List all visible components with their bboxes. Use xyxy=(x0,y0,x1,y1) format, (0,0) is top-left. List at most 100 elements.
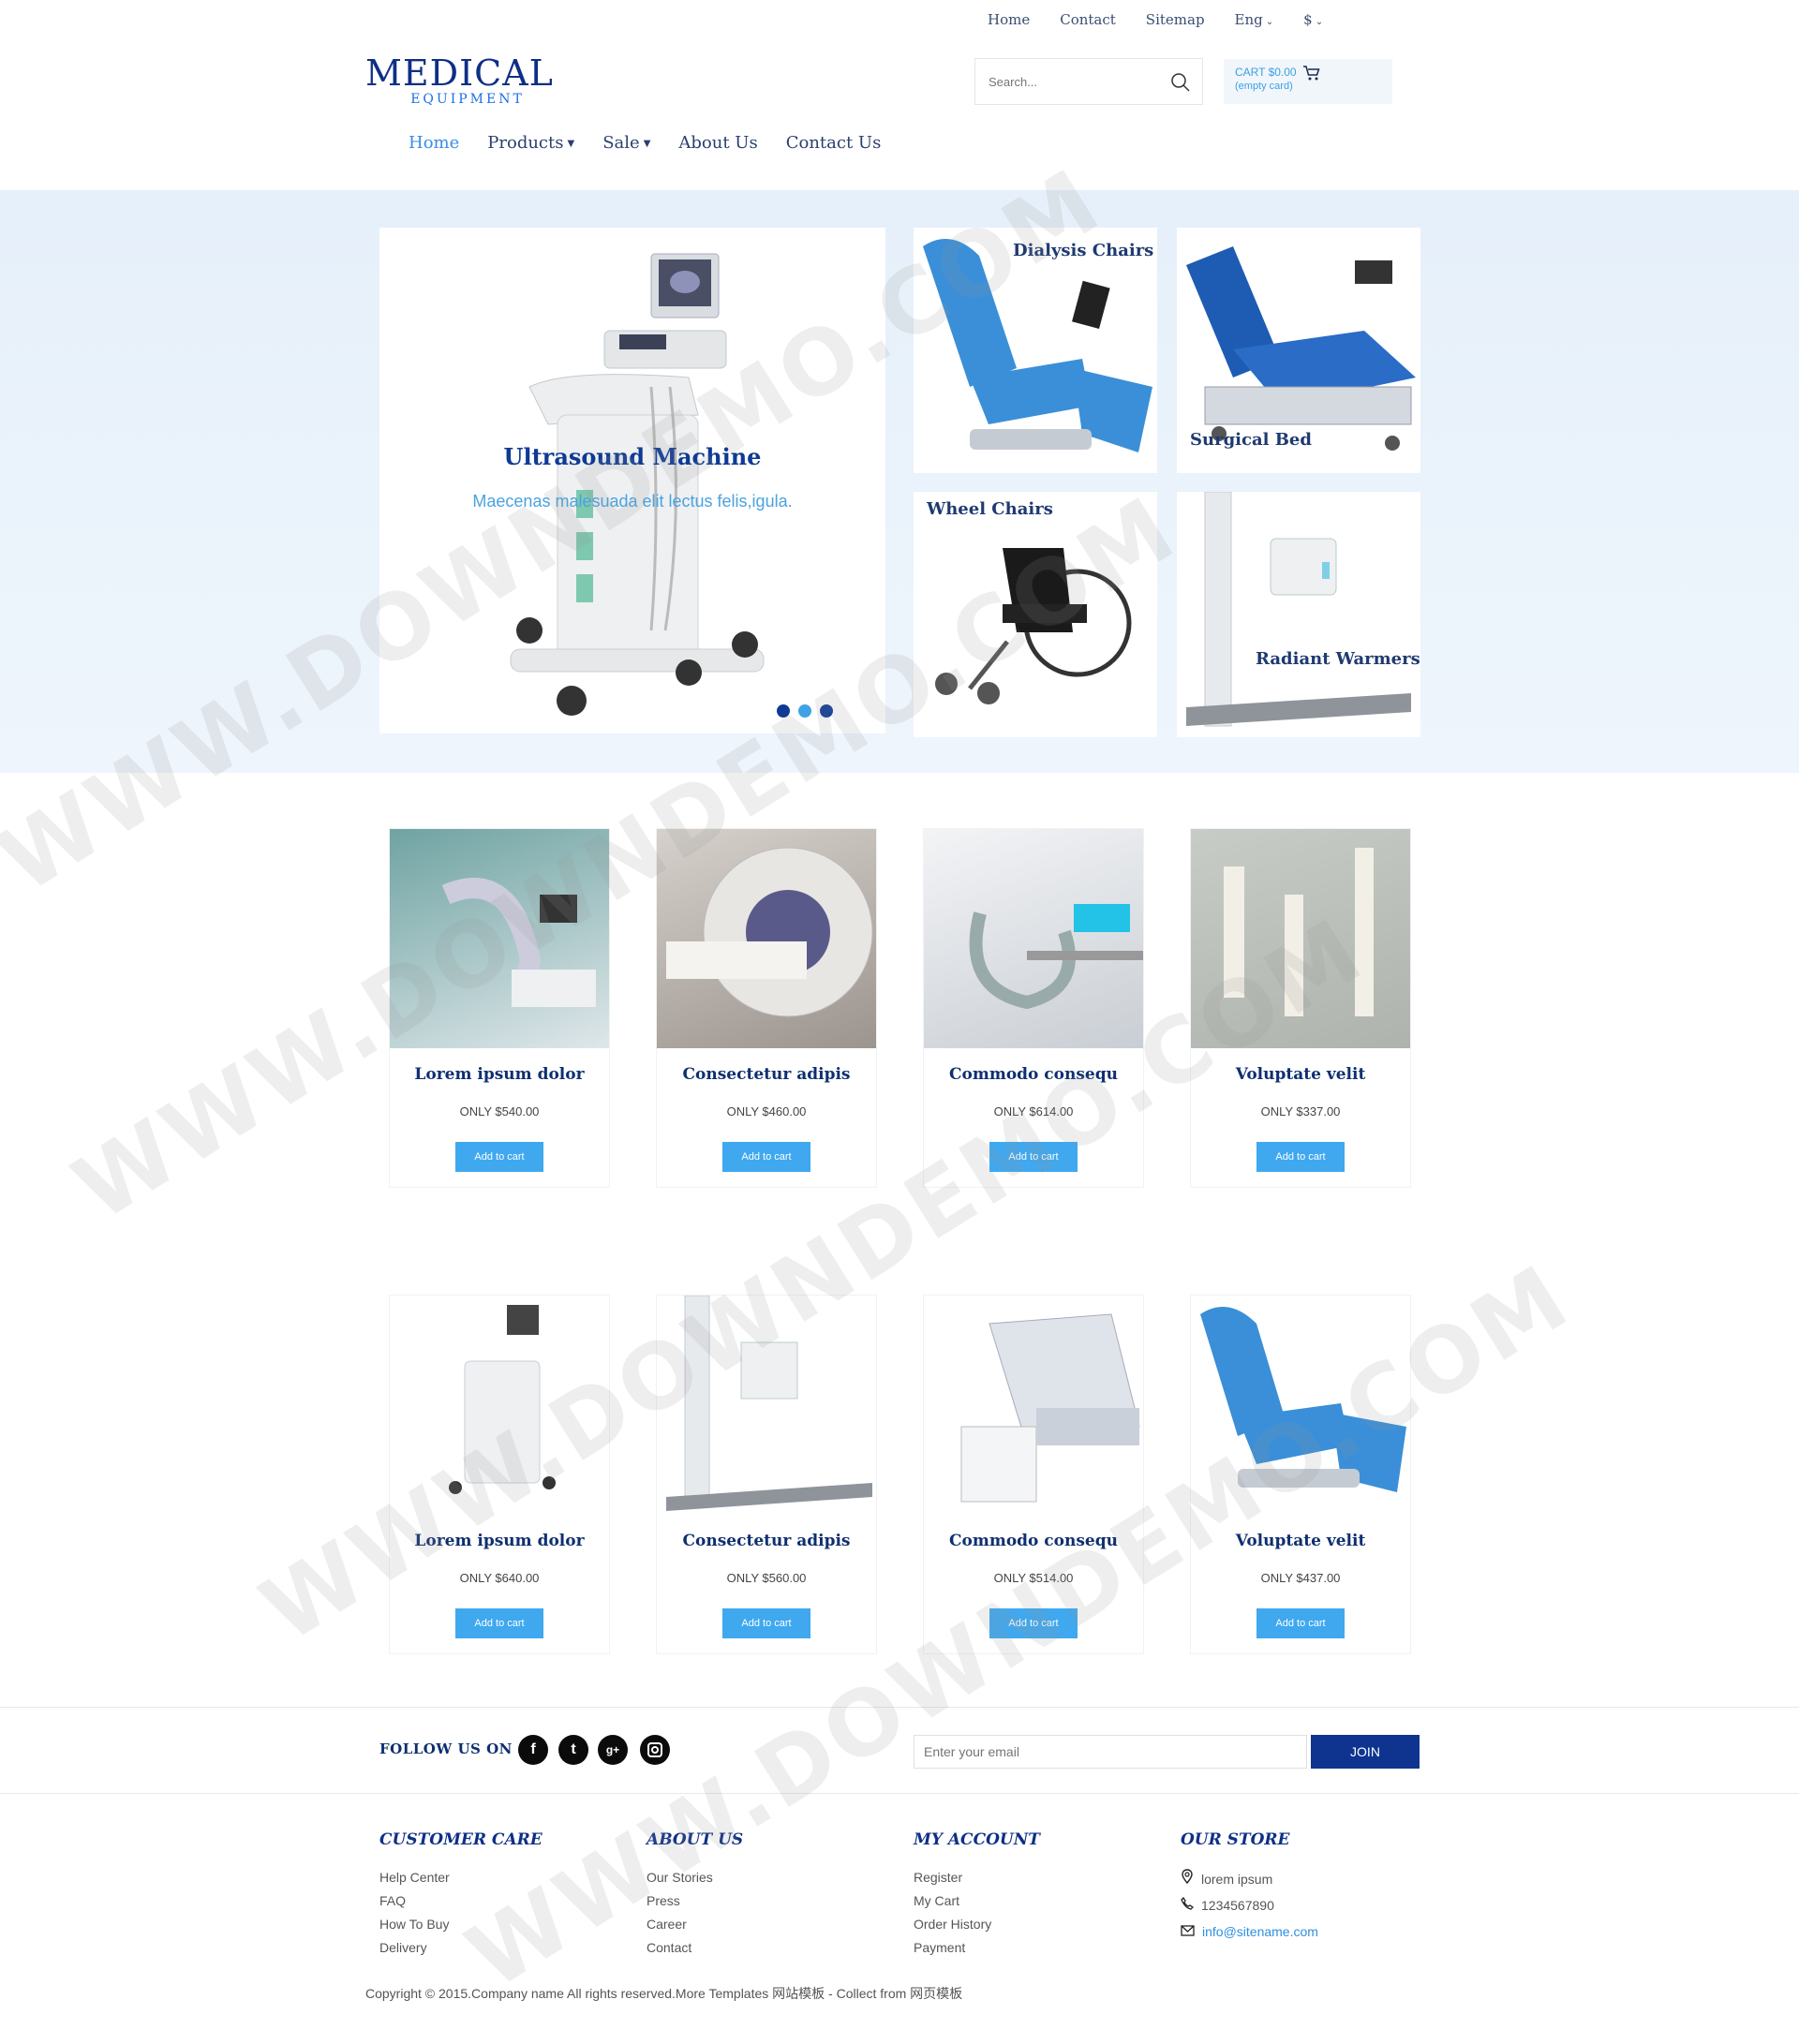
currency-label: $ xyxy=(1303,11,1313,28)
site-logo[interactable]: MEDICAL EQUIPMENT xyxy=(365,54,553,107)
add-to-cart-button[interactable]: Add to cart xyxy=(1256,1608,1345,1638)
product-name[interactable]: Lorem ipsum dolor xyxy=(390,1065,609,1084)
product-price: ONLY $560.00 xyxy=(726,1571,807,1585)
tile-label: Dialysis Chairs xyxy=(1013,241,1154,260)
product-image[interactable] xyxy=(390,1296,609,1515)
footer-link[interactable]: Help Center xyxy=(379,1866,543,1889)
product-price: ONLY $437.00 xyxy=(1260,1571,1341,1585)
top-link-home[interactable]: Home xyxy=(988,11,1030,28)
footer-link[interactable]: Career xyxy=(647,1913,743,1936)
product-name[interactable]: Commodo consequ xyxy=(924,1532,1143,1550)
newsletter-email-input[interactable] xyxy=(914,1735,1307,1769)
footer-link[interactable]: How To Buy xyxy=(379,1913,543,1936)
category-tile-radiant-warmers[interactable]: Radiant Warmers xyxy=(1177,492,1420,737)
footer-link[interactable]: Order History xyxy=(914,1913,1040,1936)
footer-heading: CUSTOMER CARE xyxy=(379,1830,543,1849)
top-links: Home Contact Sitemap Eng ⌄ $ ⌄ xyxy=(988,11,1323,28)
footer-link[interactable]: Delivery xyxy=(379,1936,543,1960)
product-image[interactable] xyxy=(657,1296,876,1515)
slider-dot-2[interactable] xyxy=(798,704,811,718)
product-image[interactable] xyxy=(1191,829,1410,1048)
store-address-text: lorem ipsum xyxy=(1201,1872,1273,1887)
product-card: Consectetur adipis ONLY $560.00 Add to c… xyxy=(656,1295,877,1654)
search-input[interactable] xyxy=(975,74,1163,89)
tile-label: Wheel Chairs xyxy=(927,499,1053,519)
product-price: ONLY $614.00 xyxy=(993,1104,1074,1118)
nav-sale[interactable]: Sale ▼ xyxy=(602,133,650,153)
join-button[interactable]: JOIN xyxy=(1311,1735,1420,1769)
add-to-cart-button[interactable]: Add to cart xyxy=(455,1142,543,1172)
radiant-warmer-image xyxy=(1186,492,1411,727)
currency-selector[interactable]: $ ⌄ xyxy=(1303,11,1323,28)
nav-home[interactable]: Home xyxy=(409,133,459,153)
store-address: lorem ipsum xyxy=(1181,1866,1318,1892)
hero-slider[interactable]: Ultrasound Machine Maecenas malesuada el… xyxy=(379,228,885,733)
add-to-cart-button[interactable]: Add to cart xyxy=(989,1608,1078,1638)
product-name[interactable]: Voluptate velit xyxy=(1191,1065,1410,1084)
footer-link[interactable]: Contact xyxy=(647,1936,743,1960)
twitter-icon[interactable]: t xyxy=(558,1735,588,1765)
product-name[interactable]: Voluptate velit xyxy=(1191,1532,1410,1550)
store-email-link[interactable]: info@sitename.com xyxy=(1202,1918,1318,1945)
product-image[interactable] xyxy=(390,829,609,1048)
product-price: ONLY $460.00 xyxy=(726,1104,807,1118)
chevron-down-icon: ⌄ xyxy=(1315,17,1324,27)
facebook-icon[interactable]: f xyxy=(518,1735,548,1765)
nav-products-label: Products xyxy=(487,133,564,153)
product-image[interactable] xyxy=(924,829,1143,1048)
google-plus-icon[interactable]: g+ xyxy=(598,1735,628,1765)
product-image[interactable] xyxy=(1191,1296,1410,1515)
nav-contact[interactable]: Contact Us xyxy=(786,133,882,153)
product-name[interactable]: Consectetur adipis xyxy=(657,1065,876,1084)
product-card: Consectetur adipis ONLY $460.00 Add to c… xyxy=(656,828,877,1188)
chevron-down-icon: ⌄ xyxy=(1265,17,1274,27)
category-tile-dialysis-chairs[interactable]: Dialysis Chairs xyxy=(914,228,1157,473)
product-name[interactable]: Lorem ipsum dolor xyxy=(390,1532,609,1550)
add-to-cart-button[interactable]: Add to cart xyxy=(989,1142,1078,1172)
product-price: ONLY $640.00 xyxy=(459,1571,540,1585)
footer-link[interactable]: Press xyxy=(647,1889,743,1913)
caret-down-icon: ▼ xyxy=(643,139,651,149)
product-price: ONLY $514.00 xyxy=(993,1571,1074,1585)
product-card: Voluptate velit ONLY $337.00 Add to cart xyxy=(1190,828,1411,1188)
top-link-sitemap[interactable]: Sitemap xyxy=(1146,11,1205,28)
store-phone-text: 1234567890 xyxy=(1201,1898,1274,1913)
add-to-cart-button[interactable]: Add to cart xyxy=(722,1608,810,1638)
tile-label: Radiant Warmers xyxy=(1256,649,1420,669)
footer-link[interactable]: Register xyxy=(914,1866,1040,1889)
envelope-icon xyxy=(1181,1918,1195,1945)
logo-sub-text: EQUIPMENT xyxy=(410,92,525,107)
instagram-icon[interactable] xyxy=(640,1735,670,1765)
cart-widget[interactable]: CART $0.00 (empty card) xyxy=(1224,59,1392,104)
product-price: ONLY $540.00 xyxy=(459,1104,540,1118)
language-selector[interactable]: Eng ⌄ xyxy=(1235,11,1274,28)
footer-link[interactable]: FAQ xyxy=(379,1889,543,1913)
slider-dots xyxy=(777,704,833,718)
category-tile-surgical-bed[interactable]: Surgical Bed xyxy=(1177,228,1420,473)
wheel-chair-image xyxy=(935,548,1132,704)
footer-link[interactable]: My Cart xyxy=(914,1889,1040,1913)
product-image[interactable] xyxy=(657,829,876,1048)
top-link-contact[interactable]: Contact xyxy=(1060,11,1116,28)
product-name[interactable]: Commodo consequ xyxy=(924,1065,1143,1084)
footer-our-store: OUR STORE lorem ipsum 1234567890 info@si… xyxy=(1181,1830,1318,1945)
category-tile-wheel-chairs[interactable]: Wheel Chairs xyxy=(914,492,1157,737)
product-name[interactable]: Consectetur adipis xyxy=(657,1532,876,1550)
footer-link[interactable]: Our Stories xyxy=(647,1866,743,1889)
footer-link[interactable]: Payment xyxy=(914,1936,1040,1960)
slider-dot-1[interactable] xyxy=(777,704,790,718)
product-card: Commodo consequ ONLY $614.00 Add to cart xyxy=(923,828,1144,1188)
add-to-cart-button[interactable]: Add to cart xyxy=(1256,1142,1345,1172)
slider-dot-3[interactable] xyxy=(820,704,833,718)
add-to-cart-button[interactable]: Add to cart xyxy=(455,1608,543,1638)
search-icon[interactable] xyxy=(1170,72,1191,97)
language-label: Eng xyxy=(1234,11,1263,28)
copyright-text: Copyright © 2015.Company name All rights… xyxy=(365,1986,963,2001)
add-to-cart-button[interactable]: Add to cart xyxy=(722,1142,810,1172)
phone-icon xyxy=(1181,1892,1195,1918)
nav-about[interactable]: About Us xyxy=(678,133,757,153)
product-image[interactable] xyxy=(924,1296,1143,1515)
product-card: Voluptate velit ONLY $437.00 Add to cart xyxy=(1190,1295,1411,1654)
dialysis-chair-image xyxy=(923,239,1152,452)
nav-products[interactable]: Products ▼ xyxy=(487,133,574,153)
